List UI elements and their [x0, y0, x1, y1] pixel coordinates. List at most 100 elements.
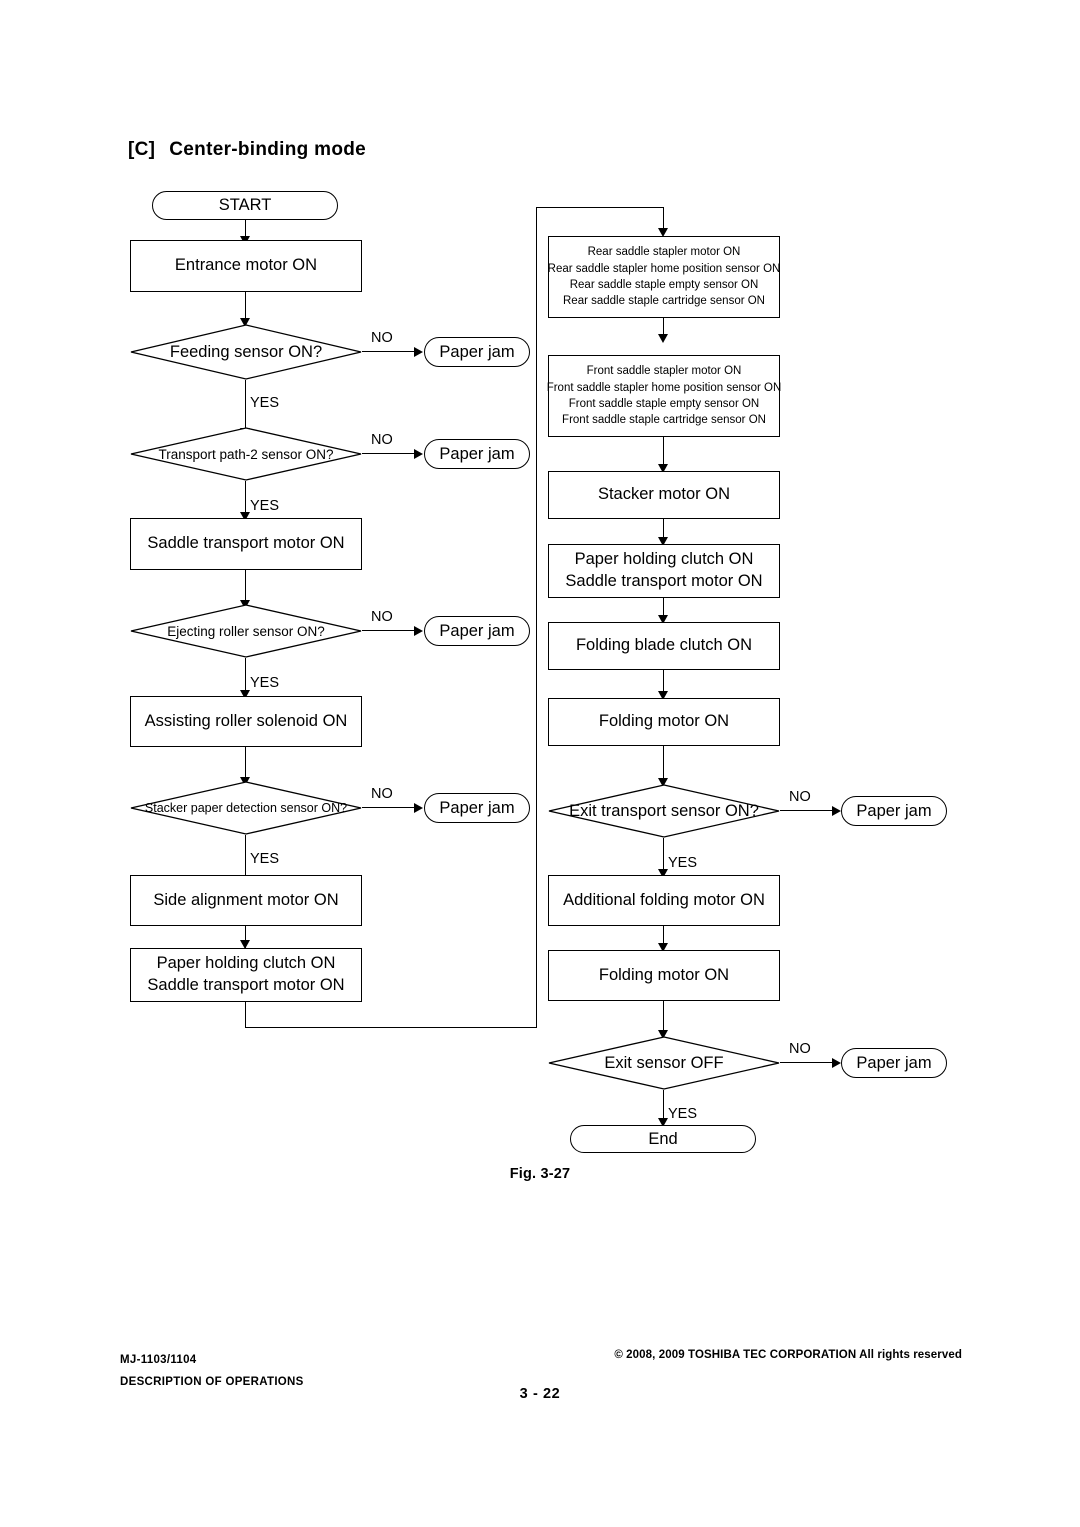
node-transport-path-2-sensor-on: Transport path-2 sensor ON? — [130, 427, 362, 481]
arrow-transport2-no — [414, 449, 423, 459]
figure-caption: Fig. 3-27 — [509, 1166, 571, 1182]
label-yes-stacker-detect: YES — [250, 851, 280, 867]
node-entrance-motor-on: Entrance motor ON — [130, 240, 362, 292]
node-paper-jam-transport2: Paper jam — [424, 439, 530, 469]
node-folding-motor-on-2: Folding motor ON — [548, 950, 780, 1001]
connector-entrance-to-feeding — [245, 292, 247, 321]
connector-feeding-no — [362, 351, 418, 353]
arrow-exit-transport-no — [832, 806, 841, 816]
label-no-transport2: NO — [371, 432, 393, 448]
node-paper-jam-feeding: Paper jam — [424, 337, 530, 367]
node-folding-motor-on-2-line-0: Folding motor ON — [598, 965, 730, 984]
node-exit-sensor-off-label: Exit sensor OFF — [604, 1053, 724, 1072]
node-stacker-paper-detection-sensor-on: Stacker paper detection sensor ON? — [130, 781, 362, 835]
node-transport-path-2-sensor-on-label: Transport path-2 sensor ON? — [158, 446, 334, 462]
node-paper-jam-feeding-label: Paper jam — [439, 342, 515, 361]
node-paper-holding-clutch-on-1-line-0: Paper holding clutch ON — [156, 954, 336, 973]
node-exit-transport-sensor-on-label: Exit transport sensor ON? — [569, 801, 759, 820]
node-exit-transport-sensor-on: Exit transport sensor ON? — [548, 784, 780, 838]
footer-model: MJ-1103/1104 — [120, 1354, 197, 1366]
node-rear-saddle-stapler-block-line-2: Rear saddle staple empty sensor ON — [569, 279, 759, 291]
node-assisting-roller-solenoid-on: Assisting roller solenoid ON — [130, 696, 362, 747]
node-stacker-motor-on: Stacker motor ON — [548, 471, 780, 519]
node-entrance-motor-on-line-0: Entrance motor ON — [174, 256, 318, 275]
label-yes-feeding: YES — [250, 395, 280, 411]
connector-right-top-horizontal — [536, 207, 664, 209]
node-additional-folding-motor-on: Additional folding motor ON — [548, 875, 780, 926]
node-front-saddle-stapler-block-line-3: Front saddle staple cartridge sensor ON — [562, 414, 766, 427]
arrow-rear-to-front-block — [658, 334, 668, 343]
label-no-exit-sensor: NO — [789, 1041, 811, 1057]
node-paper-jam-transport2-label: Paper jam — [439, 444, 515, 463]
node-end-label: End — [648, 1129, 678, 1148]
node-paper-jam-stacker-detect-label: Paper jam — [439, 798, 515, 817]
node-stacker-motor-on-line-0: Stacker motor ON — [597, 485, 731, 504]
page-number: 3 - 22 — [519, 1386, 561, 1402]
node-stacker-paper-detection-sensor-on-label: Stacker paper detection sensor ON? — [144, 801, 348, 815]
node-side-alignment-motor-on: Side alignment motor ON — [130, 875, 362, 926]
node-end: End — [570, 1125, 756, 1153]
label-yes-transport2: YES — [250, 498, 280, 514]
label-no-stacker-detect: NO — [371, 786, 393, 802]
node-additional-folding-motor-on-line-0: Additional folding motor ON — [563, 890, 765, 909]
connector-exit-transport-no — [780, 810, 836, 812]
label-no-exit-transport: NO — [789, 789, 811, 805]
label-yes-exit-transport: YES — [668, 855, 698, 871]
node-folding-motor-on-1: Folding motor ON — [548, 698, 780, 746]
node-ejecting-roller-sensor-on-label: Ejecting roller sensor ON? — [167, 623, 325, 639]
node-rear-saddle-stapler-block-line-1: Rear saddle stapler home position sensor… — [547, 262, 781, 275]
node-saddle-transport-motor-on-line-0: Saddle transport motor ON — [147, 534, 345, 553]
connector-left-bottom-down — [245, 1002, 247, 1028]
node-side-alignment-motor-on-line-0: Side alignment motor ON — [153, 890, 339, 909]
label-yes-ejecting: YES — [250, 675, 280, 691]
node-rear-saddle-stapler-block-line-0: Rear saddle stapler motor ON — [587, 246, 741, 259]
node-start-label: START — [218, 196, 272, 214]
node-paper-holding-clutch-on-2-line-0: Paper holding clutch ON — [574, 550, 754, 569]
node-paper-jam-stacker-detect: Paper jam — [424, 793, 530, 823]
label-no-feeding: NO — [371, 330, 393, 346]
node-start: START — [152, 191, 338, 220]
node-feeding-sensor-on-label: Feeding sensor ON? — [169, 342, 323, 361]
node-ejecting-roller-sensor-on: Ejecting roller sensor ON? — [130, 604, 362, 658]
node-paper-jam-exit-transport-label: Paper jam — [856, 801, 932, 820]
arrow-ejecting-no — [414, 626, 423, 636]
node-folding-blade-clutch-on-line-0: Folding blade clutch ON — [575, 636, 753, 655]
node-feeding-sensor-on: Feeding sensor ON? — [130, 324, 362, 380]
connector-right-riser — [536, 207, 538, 1028]
connector-saddle-to-ejecting — [245, 570, 247, 604]
node-paper-jam-exit-sensor: Paper jam — [841, 1048, 947, 1078]
node-front-saddle-stapler-block-line-1: Front saddle stapler home position senso… — [546, 381, 782, 394]
connector-feeding-yes — [245, 380, 247, 433]
footer-copyright: © 2008, 2009 TOSHIBA TEC CORPORATION All… — [614, 1349, 962, 1361]
connector-stacker-detect-no — [362, 807, 418, 809]
node-front-saddle-stapler-block-line-2: Front saddle staple empty sensor ON — [568, 398, 760, 410]
node-paper-holding-clutch-on-2: Paper holding clutch ON Saddle transport… — [548, 544, 780, 598]
section-title: Center-binding mode — [169, 139, 367, 160]
flowchart-page: [C] Center-binding mode START Entrance mo… — [0, 0, 1080, 1527]
node-front-saddle-stapler-block-line-0: Front saddle stapler motor ON — [586, 365, 742, 378]
node-front-saddle-stapler-block: Front saddle stapler motor ON Front sadd… — [546, 355, 782, 437]
node-assisting-roller-solenoid-on-line-0: Assisting roller solenoid ON — [144, 711, 348, 730]
arrow-stacker-detect-no — [414, 803, 423, 813]
arrow-feeding-no — [414, 347, 423, 357]
connector-transport2-no — [362, 453, 418, 455]
node-paper-holding-clutch-on-1-line-1: Saddle transport motor ON — [147, 976, 345, 994]
node-paper-jam-ejecting-label: Paper jam — [439, 621, 515, 640]
connector-stacker-detect-yes — [245, 835, 247, 875]
node-paper-holding-clutch-on-1: Paper holding clutch ON Saddle transport… — [130, 948, 362, 1002]
connector-assisting-to-stacker-detect — [245, 747, 247, 781]
node-folding-blade-clutch-on: Folding blade clutch ON — [548, 622, 780, 670]
node-paper-holding-clutch-on-2-line-1: Saddle transport motor ON — [565, 572, 763, 590]
connector-left-to-right-horizontal — [245, 1027, 537, 1029]
node-rear-saddle-stapler-block-line-3: Rear saddle staple cartridge sensor ON — [563, 295, 765, 308]
node-paper-jam-exit-transport: Paper jam — [841, 796, 947, 826]
section-tag: [C] — [128, 139, 156, 160]
node-exit-sensor-off: Exit sensor OFF — [548, 1036, 780, 1090]
label-yes-exit-sensor: YES — [668, 1106, 698, 1122]
node-paper-jam-exit-sensor-label: Paper jam — [856, 1053, 932, 1072]
node-rear-saddle-stapler-block: Rear saddle stapler motor ON Rear saddle… — [548, 236, 780, 318]
node-folding-motor-on-1-line-0: Folding motor ON — [598, 712, 730, 731]
page-title: [C] Center-binding mode — [128, 139, 366, 161]
label-no-ejecting: NO — [371, 609, 393, 625]
connector-ejecting-no — [362, 630, 418, 632]
